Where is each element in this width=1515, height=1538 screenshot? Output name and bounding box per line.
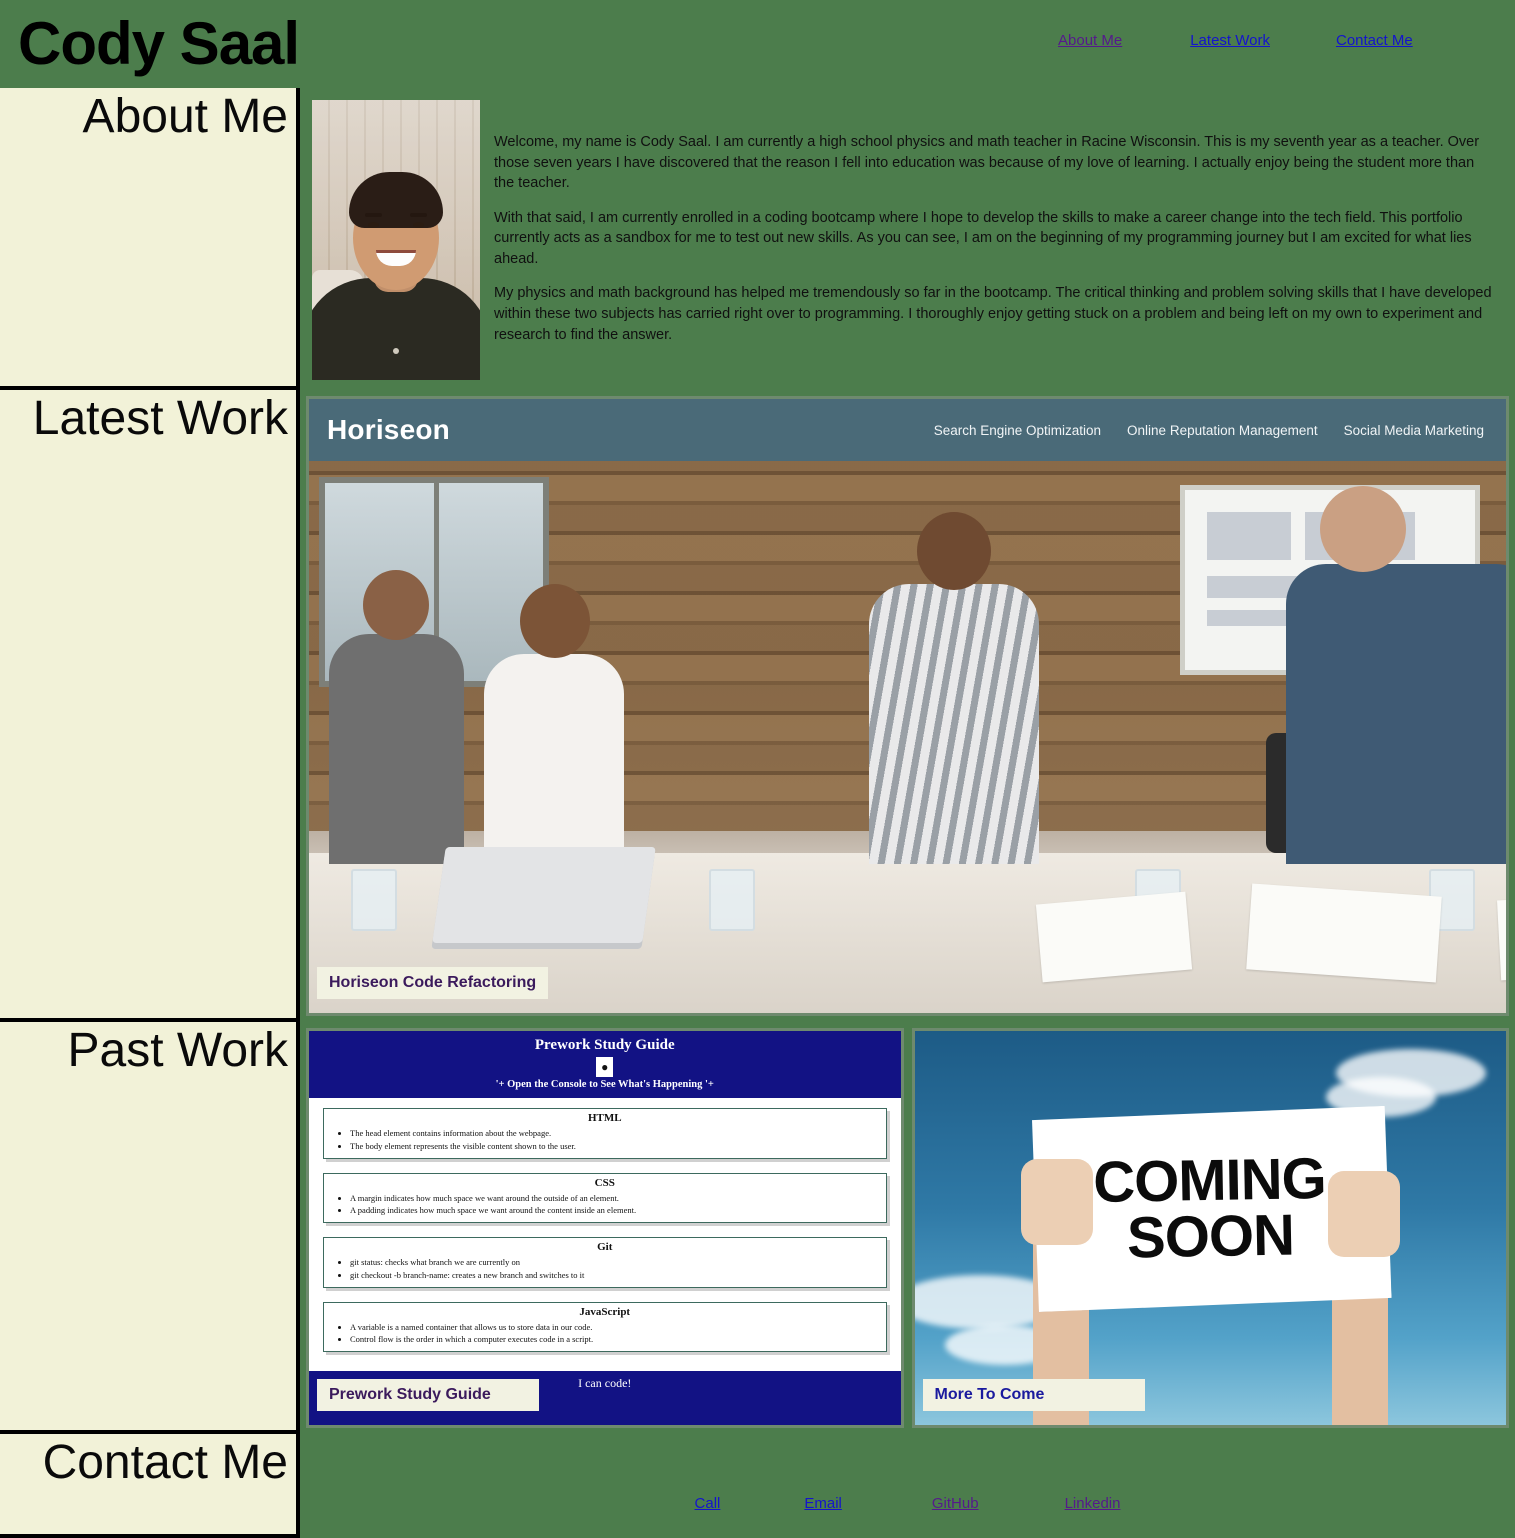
horiseon-preview-nav: Search Engine Optimization Online Reputa… <box>934 423 1484 438</box>
prework-box-title-git: Git <box>597 1241 613 1253</box>
list-item: git status: checks what branch we are cu… <box>350 1256 882 1269</box>
coming-soon-hand-right <box>1328 1171 1400 1257</box>
list-item: git checkout -b branch-name: creates a n… <box>350 1269 882 1282</box>
prework-box-title-css: CSS <box>594 1176 615 1189</box>
hero-person-1 <box>329 570 464 865</box>
prework-preview-body: HTML The head element contains informati… <box>309 1098 901 1371</box>
past-work-content: Prework Study Guide ● '+ Open the Consol… <box>300 1022 1515 1434</box>
horiseon-nav-seo: Search Engine Optimization <box>933 422 1102 438</box>
prework-box-css: CSS A margin indicates how much space we… <box>323 1172 887 1223</box>
portrait-eye-left <box>368 222 379 228</box>
footer-link-github[interactable]: GitHub <box>932 1495 979 1512</box>
prework-list-css: A margin indicates how much space we wan… <box>328 1192 882 1218</box>
prework-box-html: HTML The head element contains informati… <box>323 1108 887 1159</box>
project-card-more-to-come[interactable]: COMING SOON More To Come <box>911 1028 1509 1428</box>
avatar <box>312 100 480 380</box>
footer-link-linkedin[interactable]: Linkedin <box>1065 1495 1121 1512</box>
portrait-eye-right <box>413 222 424 228</box>
section-label-contact-me: Contact Me <box>0 1434 300 1538</box>
about-me-heading: About Me <box>82 90 288 143</box>
hero-glass-1 <box>351 869 397 932</box>
latest-work-content: Horiseon Search Engine Optimization Onli… <box>300 390 1515 1022</box>
project-caption-prework-study-guide[interactable]: Prework Study Guide <box>317 1379 539 1411</box>
hero-glass-2 <box>709 869 755 932</box>
latest-work-heading: Latest Work <box>32 392 288 445</box>
section-contact-me: Contact Me Call Email GitHub Linkedin <box>0 1434 1515 1538</box>
footer-link-email[interactable]: Email <box>804 1495 842 1512</box>
horiseon-hero-image <box>309 461 1506 1013</box>
horiseon-nav-smm: Social Media Marketing <box>1343 422 1484 438</box>
project-card-prework-study-guide[interactable]: Prework Study Guide ● '+ Open the Consol… <box>306 1028 904 1428</box>
prework-list-javascript: A variable is a named container that all… <box>328 1321 882 1347</box>
prework-box-title-javascript: JavaScript <box>579 1305 631 1318</box>
prework-preview-subtitle: '+ Open the Console to See What's Happen… <box>495 1079 714 1090</box>
section-label-past-work: Past Work <box>0 1022 300 1434</box>
contact-me-heading: Contact Me <box>42 1436 288 1489</box>
past-work-heading: Past Work <box>67 1024 289 1077</box>
about-paragraph-2: With that said, I am currently enrolled … <box>494 209 1472 267</box>
contact-me-content: Call Email GitHub Linkedin <box>300 1434 1515 1538</box>
prework-preview-header: Prework Study Guide ● '+ Open the Consol… <box>309 1031 901 1098</box>
hero-person-4 <box>1286 486 1506 865</box>
hero-laptop <box>432 846 656 943</box>
list-item: A margin indicates how much space we wan… <box>350 1192 882 1205</box>
about-me-content: Welcome, my name is Cody Saal. I am curr… <box>300 88 1515 390</box>
prework-list-html: The head element contains information ab… <box>328 1127 882 1153</box>
list-item: Control flow is the order in which a com… <box>350 1333 882 1346</box>
past-work-card-col-2: COMING SOON More To Come <box>911 1028 1509 1428</box>
portrait-shoulders <box>312 278 480 380</box>
page-title: Cody Saal <box>18 10 300 77</box>
hero-paper-2 <box>1246 883 1442 983</box>
prework-box-title-html: HTML <box>587 1112 622 1124</box>
horiseon-logo: Horiseon <box>327 414 450 445</box>
nav-link-latest-work[interactable]: Latest Work <box>1190 32 1270 49</box>
section-label-about-me: About Me <box>0 88 300 390</box>
list-item: A padding indicates how much space we wa… <box>350 1204 882 1217</box>
nav-link-contact-me[interactable]: Contact Me <box>1336 32 1413 49</box>
coming-soon-preview: COMING SOON <box>914 1031 1506 1425</box>
portrait-collar-button <box>393 348 399 354</box>
about-me-text: Welcome, my name is Cody Saal. I am curr… <box>480 100 1515 390</box>
section-label-latest-work: Latest Work <box>0 390 300 1022</box>
hero-person-3 <box>869 512 1039 865</box>
footer-links: Call Email GitHub Linkedin <box>695 1495 1121 1512</box>
horiseon-preview-header: Horiseon Search Engine Optimization Onli… <box>309 399 1506 461</box>
list-item: The body element represents the visible … <box>350 1140 882 1153</box>
portrait-brow-left <box>365 213 382 217</box>
hero-paper-1 <box>1035 891 1193 983</box>
hero-person-2 <box>484 584 624 865</box>
coming-soon-hand-left <box>1020 1159 1093 1245</box>
list-item: A variable is a named container that all… <box>350 1321 882 1334</box>
project-caption-horiseon[interactable]: Horiseon Code Refactoring <box>317 967 549 999</box>
prework-preview: Prework Study Guide ● '+ Open the Consol… <box>309 1031 901 1425</box>
footer-link-call[interactable]: Call <box>695 1495 721 1512</box>
list-item: The head element contains information ab… <box>350 1127 882 1140</box>
section-latest-work: Latest Work Horiseon Search Engine Optim… <box>0 390 1515 1022</box>
about-paragraph-3: My physics and math background has helpe… <box>494 285 1492 343</box>
portrait-brow-right <box>410 213 427 217</box>
project-caption-more-to-come[interactable]: More To Come <box>922 1379 1145 1411</box>
coming-soon-line-2: SOON <box>1126 1202 1295 1271</box>
prework-box-git: Git git status: checks what branch we ar… <box>323 1237 887 1288</box>
section-about-me: About Me Welcome, my name is Cody Saal. … <box>0 88 1515 390</box>
primary-navigation: About Me Latest Work Contact Me <box>1058 32 1413 49</box>
prework-list-git: git status: checks what branch we are cu… <box>328 1256 882 1282</box>
about-paragraph-1: Welcome, my name is Cody Saal. I am curr… <box>494 134 1480 192</box>
page-root: Cody Saal About Me Latest Work Contact M… <box>0 0 1515 1538</box>
nav-link-about-me[interactable]: About Me <box>1058 32 1122 49</box>
section-past-work: Past Work Prework Study Guide ● '+ Open … <box>0 1022 1515 1434</box>
past-work-card-col-1: Prework Study Guide ● '+ Open the Consol… <box>306 1028 904 1428</box>
site-header: Cody Saal About Me Latest Work Contact M… <box>0 0 1515 88</box>
prework-box-javascript: JavaScript A variable is a named contain… <box>323 1301 887 1352</box>
project-card-horiseon[interactable]: Horiseon Search Engine Optimization Onli… <box>306 396 1509 1016</box>
console-icon: ● <box>596 1057 614 1077</box>
horiseon-nav-orm: Online Reputation Management <box>1127 422 1318 438</box>
prework-preview-title: Prework Study Guide <box>534 1037 675 1053</box>
